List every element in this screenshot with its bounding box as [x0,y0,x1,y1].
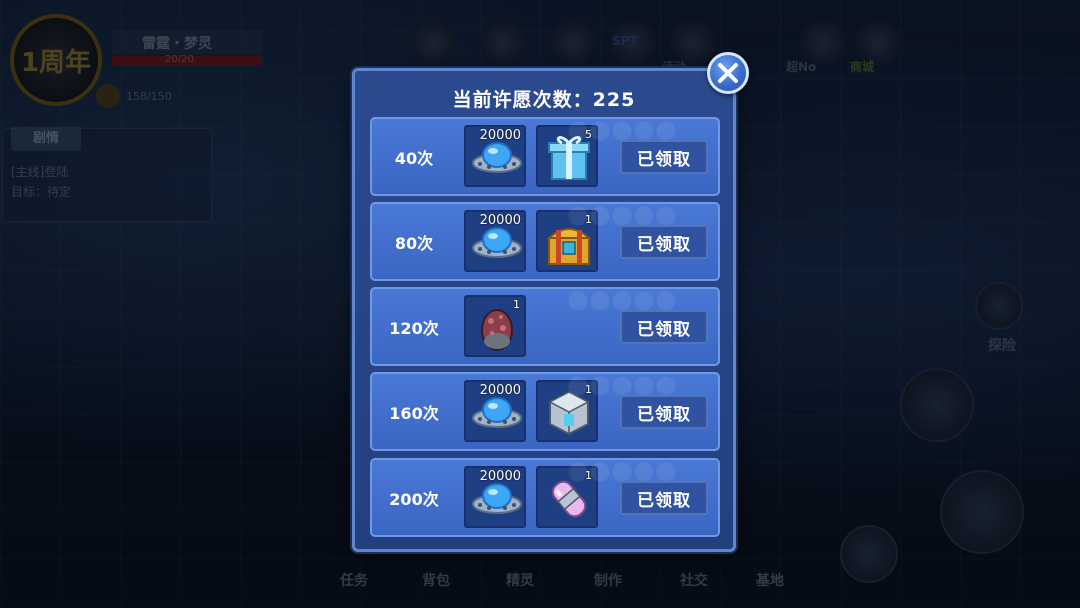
reward-slot[interactable]: 5 [536,125,598,187]
reward-row-80: 80次 20000 1 已领取 [370,202,720,281]
reward-quantity: 5 [585,128,592,141]
claimed-button[interactable]: 已领取 [620,225,708,259]
claimed-button[interactable]: 已领取 [620,481,708,515]
reward-quantity: 20000 [479,469,521,484]
reward-quantity: 1 [585,383,592,396]
reward-slot[interactable]: 20000 [464,466,526,528]
reward-quantity: 20000 [479,383,521,398]
reward-row-40: 40次 20000 5 已领取 [370,117,720,196]
claimed-button[interactable]: 已领取 [620,140,708,174]
reward-quantity: 20000 [479,213,521,228]
claimed-button[interactable]: 已领取 [620,310,708,344]
row-count: 80次 [394,233,434,253]
reward-slot[interactable]: 20000 [464,380,526,442]
reward-row-120: 120次 1 已领取 [370,287,720,366]
reward-quantity: 1 [513,298,520,311]
close-button[interactable] [707,52,749,94]
reward-row-160: 160次 20000 1 已领取 [370,372,720,451]
reward-slot[interactable]: 1 [536,466,598,528]
dialog-title: 当前许愿次数：225 [452,89,636,111]
claimed-button[interactable]: 已领取 [620,395,708,429]
reward-quantity: 20000 [479,128,521,143]
reward-slot[interactable]: 20000 [464,125,526,187]
row-count: 160次 [389,403,439,423]
reward-row-200: 200次 20000 1 已领取 [370,458,720,537]
reward-slot[interactable]: 1 [536,380,598,442]
reward-quantity: 1 [585,213,592,226]
row-count: 120次 [389,318,439,338]
reward-quantity: 1 [585,469,592,482]
reward-slot[interactable]: 20000 [464,210,526,272]
close-icon [718,63,738,83]
row-count: 200次 [389,489,439,509]
reward-slot[interactable]: 1 [464,295,526,357]
row-count: 40次 [394,148,434,168]
reward-slot[interactable]: 1 [536,210,598,272]
